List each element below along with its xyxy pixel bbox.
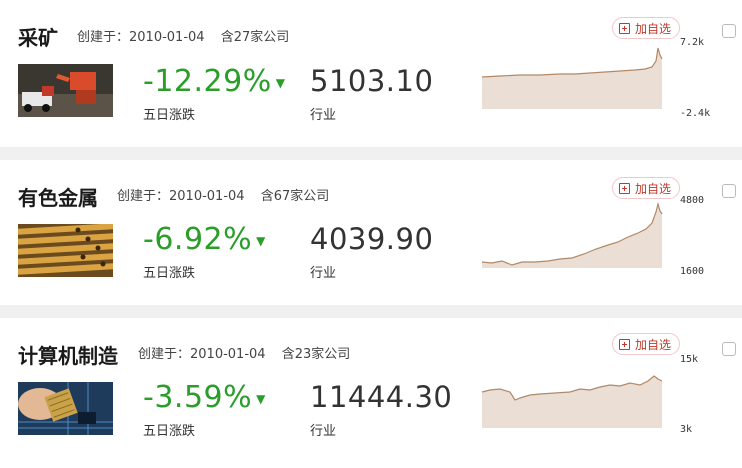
five-day-change-value: -6.92% xyxy=(143,222,253,257)
industry-thumbnail xyxy=(18,224,113,277)
created-date: 创建于：2010-01-04 xyxy=(117,189,245,204)
five-day-change: -12.29% ▼ xyxy=(143,64,285,99)
industry-index-label: 行业 xyxy=(310,424,337,439)
down-arrow-icon: ▼ xyxy=(256,391,266,406)
industry-index-label: 行业 xyxy=(310,108,337,123)
sparkline-chart xyxy=(481,202,663,268)
industry-meta: 创建于：2010-01-04 含27家公司 xyxy=(77,26,301,45)
down-arrow-icon: ▼ xyxy=(275,75,286,90)
add-watchlist-label: 加自选 xyxy=(635,337,672,352)
sparkline-max-label: 15k xyxy=(680,354,699,365)
select-checkbox[interactable] xyxy=(722,24,736,38)
sparkline-area xyxy=(482,48,662,109)
industry-card-nonferrous[interactable]: 有色金属 创建于：2010-01-04 含67家公司 -6.92% ▼ 五日涨跌 … xyxy=(0,160,742,305)
down-arrow-icon: ▼ xyxy=(256,233,266,248)
add-watchlist-label: 加自选 xyxy=(635,181,672,196)
five-day-change-label: 五日涨跌 xyxy=(143,108,196,123)
industry-index-label: 行业 xyxy=(310,266,337,281)
company-count: 含67家公司 xyxy=(260,189,330,204)
industry-meta: 创建于：2010-01-04 含67家公司 xyxy=(117,185,341,204)
sparkline-chart xyxy=(481,375,663,428)
industry-card-mining[interactable]: 采矿 创建于：2010-01-04 含27家公司 -12.29% ▼ 五日涨跌 5… xyxy=(0,0,742,147)
sparkline-min-label: 1600 xyxy=(680,266,705,277)
add-icon xyxy=(619,182,630,194)
industry-meta: 创建于：2010-01-04 含23家公司 xyxy=(138,343,362,362)
add-icon xyxy=(619,22,630,34)
industry-index-value: 11444.30 xyxy=(310,380,453,414)
industry-index-value: 5103.10 xyxy=(310,64,434,98)
industry-index-value: 4039.90 xyxy=(310,222,434,256)
industry-name[interactable]: 计算机制造 xyxy=(18,340,118,369)
company-count: 含27家公司 xyxy=(220,30,290,45)
add-watchlist-button[interactable]: 加自选 xyxy=(612,177,681,199)
five-day-change-label: 五日涨跌 xyxy=(143,424,196,439)
add-watchlist-button[interactable]: 加自选 xyxy=(612,17,681,39)
company-count: 含23家公司 xyxy=(281,347,351,362)
sparkline-min-label: -2.4k xyxy=(680,108,711,119)
five-day-change: -3.59% ▼ xyxy=(143,380,266,415)
five-day-change: -6.92% ▼ xyxy=(143,222,266,257)
industry-name[interactable]: 采矿 xyxy=(18,22,58,51)
select-checkbox[interactable] xyxy=(722,342,736,356)
five-day-change-value: -3.59% xyxy=(143,380,253,415)
industry-name[interactable]: 有色金属 xyxy=(18,182,98,211)
created-date: 创建于：2010-01-04 xyxy=(77,30,205,45)
industry-thumbnail xyxy=(18,382,113,435)
add-watchlist-label: 加自选 xyxy=(635,21,672,36)
created-date: 创建于：2010-01-04 xyxy=(138,347,266,362)
sparkline-min-label: 3k xyxy=(680,424,693,435)
sparkline-chart xyxy=(481,47,663,109)
five-day-change-label: 五日涨跌 xyxy=(143,266,196,281)
five-day-change-value: -12.29% xyxy=(143,64,272,99)
sparkline-max-label: 4800 xyxy=(680,195,705,206)
industry-card-computer[interactable]: 计算机制造 创建于：2010-01-04 含23家公司 -3.59% ▼ 五日涨跌… xyxy=(0,318,742,468)
sparkline-max-label: 7.2k xyxy=(680,37,705,48)
add-watchlist-button[interactable]: 加自选 xyxy=(612,333,681,355)
add-icon xyxy=(619,338,630,350)
industry-thumbnail xyxy=(18,64,113,117)
select-checkbox[interactable] xyxy=(722,184,736,198)
